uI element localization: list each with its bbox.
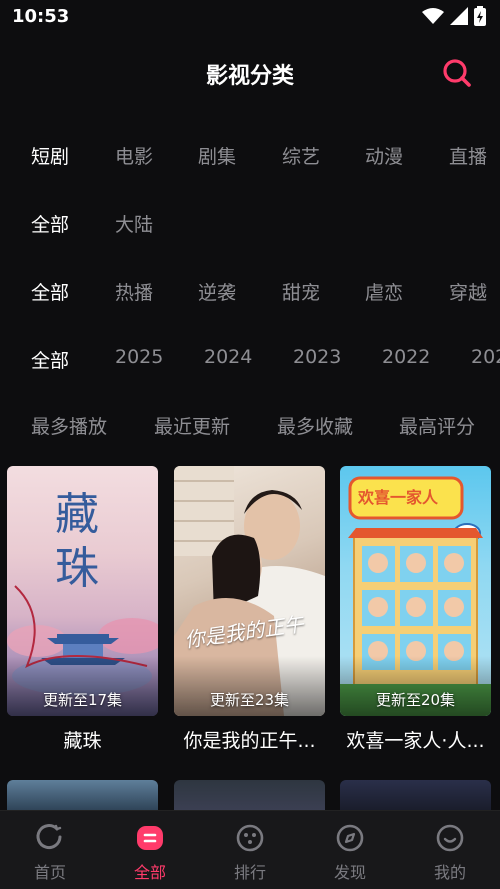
filter-category-item[interactable]: 综艺 <box>282 142 320 169</box>
tab-discover[interactable]: 发现 <box>300 823 400 883</box>
card-title: 欢喜一家人·人... <box>346 730 485 752</box>
filter-row-category: 短剧 电影 剧集 综艺 动漫 直播 <box>0 134 500 174</box>
sort-option[interactable]: 最多收藏 <box>277 412 353 439</box>
sort-option[interactable]: 最高评分 <box>399 412 475 439</box>
sort-option[interactable]: 最近更新 <box>154 412 230 439</box>
header: 影视分类 <box>0 46 500 102</box>
poster-calligraphy: 藏珠 <box>55 489 99 594</box>
filter-category-item[interactable]: 电影 <box>115 142 153 169</box>
drama-grid-row-2 <box>0 780 500 810</box>
tab-profile[interactable]: 我的 <box>400 823 500 883</box>
profile-icon <box>436 824 464 852</box>
tab-home[interactable]: 首页 <box>0 823 100 883</box>
poster-image: 藏珠 更新至17集 <box>7 466 158 716</box>
update-badge: 更新至20集 <box>375 691 456 709</box>
search-button[interactable] <box>440 56 474 90</box>
filter-region-item[interactable]: 全部 <box>31 210 69 237</box>
home-icon <box>36 824 62 850</box>
filter-row-region: 全部 大陆 <box>0 202 500 242</box>
search-icon <box>443 59 471 87</box>
filter-category-item[interactable]: 直播 <box>449 142 487 169</box>
sort-row: 最多播放 最近更新 最多收藏 最高评分 <box>0 404 500 444</box>
card-title: 藏珠 <box>63 730 102 752</box>
filter-row-genre: 全部 热播 逆袭 甜宠 虐恋 穿越 <box>0 270 500 310</box>
filter-category-item[interactable]: 短剧 <box>31 142 69 169</box>
drama-card-partial[interactable] <box>7 780 158 810</box>
discover-icon <box>336 824 364 852</box>
filter-year-item[interactable]: 全部 <box>31 346 69 373</box>
update-badge: 更新至23集 <box>209 691 290 709</box>
tab-ranking[interactable]: 排行 <box>200 823 300 883</box>
filter-genre-item[interactable]: 虐恋 <box>365 278 403 305</box>
filter-genre-item[interactable]: 穿越 <box>449 278 487 305</box>
drama-card-partial[interactable] <box>340 780 491 810</box>
filter-genre-item[interactable]: 热播 <box>115 278 153 305</box>
battery-icon <box>474 6 486 26</box>
drama-card[interactable]: 你是我的正午 更新至23集 你是我的正午... <box>174 466 325 753</box>
card-title: 你是我的正午... <box>183 730 316 752</box>
drama-card[interactable]: 欢喜一家人 更新至20集 欢喜一家人·人... <box>340 466 491 753</box>
filter-year-item[interactable]: 2022 <box>382 346 430 368</box>
filter-category-item[interactable]: 动漫 <box>365 142 403 169</box>
poster-calligraphy: 欢喜一家人 <box>358 488 439 507</box>
filter-category-item[interactable]: 剧集 <box>198 142 236 169</box>
filter-year-item[interactable]: 202 <box>471 346 500 368</box>
filter-year-item[interactable]: 2025 <box>115 346 163 368</box>
tab-label: 排行 <box>233 863 266 882</box>
all-icon <box>137 826 163 850</box>
signal-icon <box>450 7 468 25</box>
status-icons <box>422 6 486 26</box>
filter-row-year: 全部 2025 2024 2023 2022 202 <box>0 338 500 378</box>
tab-label: 全部 <box>133 863 166 882</box>
poster-image: 欢喜一家人 更新至20集 <box>340 466 491 716</box>
filter-genre-item[interactable]: 甜宠 <box>282 278 320 305</box>
tab-all[interactable]: 全部 <box>100 823 200 883</box>
status-time: 10:53 <box>12 6 70 27</box>
filter-genre-item[interactable]: 全部 <box>31 278 69 305</box>
drama-card-partial[interactable] <box>174 780 325 810</box>
drama-card[interactable]: 藏珠 更新至17集 藏珠 <box>7 466 158 753</box>
filter-region-item[interactable]: 大陆 <box>115 210 153 237</box>
filter-genre-item[interactable]: 逆袭 <box>198 278 236 305</box>
poster-image: 你是我的正午 更新至23集 <box>174 466 325 716</box>
sort-option[interactable]: 最多播放 <box>31 412 107 439</box>
tab-label: 发现 <box>333 863 366 882</box>
status-bar: 10:53 <box>0 0 500 36</box>
tab-label: 我的 <box>433 863 466 882</box>
bottom-tab-bar: 首页 全部 排行 发现 我的 <box>0 810 500 889</box>
page-title: 影视分类 <box>205 64 294 89</box>
update-badge: 更新至17集 <box>42 691 123 709</box>
wifi-icon <box>422 8 444 24</box>
ranking-icon <box>236 824 264 852</box>
filter-year-item[interactable]: 2024 <box>204 346 252 368</box>
filter-year-item[interactable]: 2023 <box>293 346 341 368</box>
tab-label: 首页 <box>33 863 66 882</box>
